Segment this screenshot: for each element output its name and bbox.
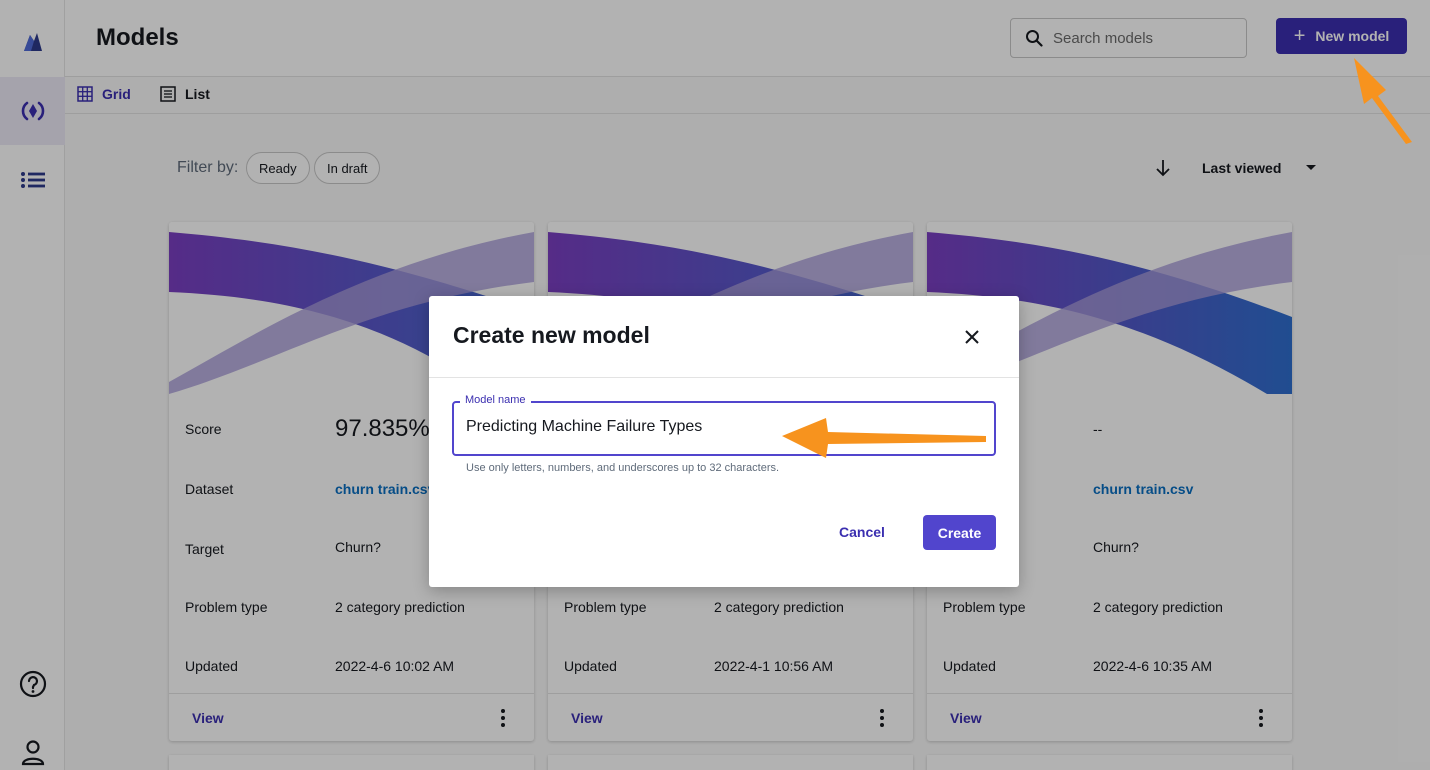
- create-model-dialog: Create new model Model name Use only let…: [429, 296, 1019, 587]
- dialog-divider: [429, 377, 1019, 378]
- close-icon[interactable]: [962, 327, 982, 347]
- model-name-input[interactable]: [466, 418, 966, 436]
- model-name-helper: Use only letters, numbers, and underscor…: [466, 462, 780, 474]
- dialog-title: Create new model: [453, 322, 650, 348]
- create-button[interactable]: Create: [923, 515, 996, 550]
- cancel-button[interactable]: Cancel: [839, 524, 885, 540]
- model-name-field[interactable]: [452, 401, 996, 456]
- model-name-label: Model name: [460, 394, 531, 406]
